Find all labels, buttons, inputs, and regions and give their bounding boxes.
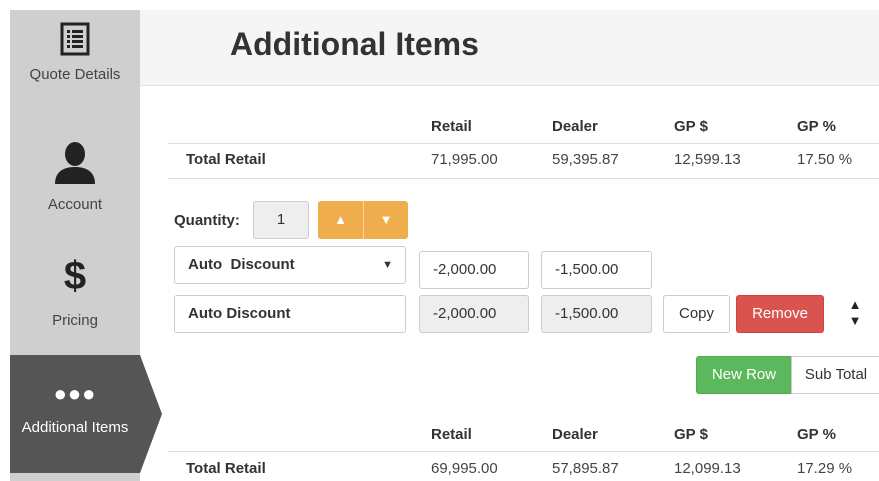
page-title: Additional Items [230,26,479,62]
more-dots-icon: ●●● [53,381,97,406]
quantity-stepper: ▲ ▼ [318,201,408,239]
column-header-dealer: Dealer [552,118,598,135]
total-retail-value: 69,995.00 [431,460,498,477]
sidebar-item-label: Quote Details [29,66,121,83]
column-header-dealer: Dealer [552,426,598,443]
total-gp-dollar-value: 12,599.13 [674,151,741,168]
table-divider [168,451,879,452]
move-up-icon[interactable]: ▲ [848,297,862,313]
sidebar-item-label: Pricing [52,312,98,329]
table-divider [168,178,879,179]
sidebar-item-account[interactable]: Account [10,140,140,230]
total-retail-label: Total Retail [186,460,266,477]
column-header-gp-dollar: GP $ [674,118,708,135]
total-gp-percent-value: 17.29 % [797,460,853,477]
table-divider [168,143,879,144]
total-dealer-value: 59,395.87 [552,151,619,168]
item-name-input[interactable]: Auto Discount [174,295,406,333]
page-header: Additional Items [140,10,879,86]
column-header-gp-dollar: GP $ [674,426,708,443]
item-type-select-value: Auto Discount [188,256,295,273]
column-header-gp-percent: GP % [797,118,836,135]
retail-amount-readonly: -2,000.00 [419,295,529,333]
total-gp-percent-value: 17.50 % [797,151,853,168]
total-dealer-value: 57,895.87 [552,460,619,477]
quantity-down-button[interactable]: ▼ [363,201,408,239]
sidebar-item-label: Account [47,196,103,213]
active-indicator-arrow [140,355,162,473]
total-retail-value: 71,995.00 [431,151,498,168]
column-header-retail: Retail [431,118,472,135]
dollar-icon: $ [63,254,87,298]
total-retail-label: Total Retail [186,151,266,168]
dealer-amount-input[interactable]: -1,500.00 [541,251,652,289]
quantity-label: Quantity: [174,212,240,229]
new-row-button[interactable]: New Row [696,356,792,394]
reorder-arrows: ▲ ▼ [848,297,862,329]
item-type-select[interactable]: Auto Discount ▼ [174,246,406,284]
column-header-retail: Retail [431,426,472,443]
sidebar-item-additional-items[interactable]: ●●● Additional Items [10,355,140,473]
list-document-icon [60,22,90,56]
sub-total-button[interactable]: Sub Total [791,356,879,394]
sidebar-item-pricing[interactable]: $ Pricing [10,254,140,344]
quantity-up-button[interactable]: ▲ [318,201,363,239]
total-gp-dollar-value: 12,099.13 [674,460,741,477]
dealer-amount-readonly: -1,500.00 [541,295,652,333]
column-header-gp-percent: GP % [797,426,836,443]
remove-button[interactable]: Remove [736,295,824,333]
sidebar-nav: Quote Details Account $ Pricing ●●● Addi… [10,10,162,481]
sidebar-item-quote-details[interactable]: Quote Details [10,10,140,104]
user-icon [55,142,95,184]
quantity-input[interactable]: 1 [253,201,309,239]
sidebar-item-label: Additional Items [21,419,129,436]
chevron-down-icon: ▼ [382,259,393,271]
move-down-icon[interactable]: ▼ [848,313,862,329]
copy-button[interactable]: Copy [663,295,730,333]
retail-amount-input[interactable]: -2,000.00 [419,251,529,289]
